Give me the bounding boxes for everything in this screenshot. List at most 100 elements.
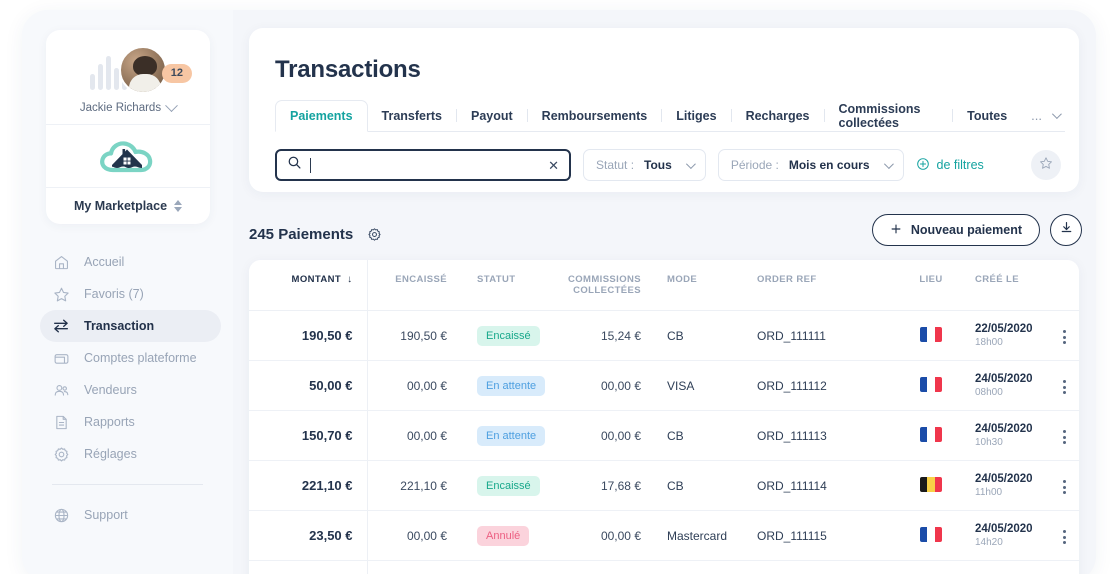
- cell-montant: 76,00 €: [249, 560, 368, 574]
- cell-commissions: 00,00 €: [559, 360, 651, 411]
- tab-overflow-button[interactable]: ...: [1021, 100, 1065, 131]
- column-header-mode[interactable]: MODE: [651, 260, 747, 311]
- status-badge: Annulé: [477, 525, 530, 546]
- status-filter-label: Statut :: [596, 158, 635, 172]
- tab-payout[interactable]: Payout: [457, 100, 527, 131]
- avatar[interactable]: [118, 46, 167, 94]
- kebab-menu-icon[interactable]: [1058, 475, 1071, 499]
- tab-label: Litiges: [676, 108, 717, 123]
- table-row[interactable]: 150,70 €00,00 € En attente 00,00 € CB ORD_11…: [249, 410, 1079, 461]
- transfer-icon: [52, 317, 70, 335]
- cell-lieu: [897, 510, 965, 561]
- table-row[interactable]: 221,10 €221,10 € Encaissé 17,68 € CB ORD_111…: [249, 460, 1079, 511]
- table-row[interactable]: 23,50 €00,00 € Annulé 00,00 € Mastercard ORD…: [249, 510, 1079, 561]
- column-header-encaisse[interactable]: ENCAISSÉ: [367, 260, 459, 311]
- tab-remboursements[interactable]: Remboursements: [528, 100, 662, 131]
- created-time: 18h00: [975, 337, 1003, 349]
- table-header-row: MONTANT ↓ ENCAISSÉ STATUT COMMISSIONS COLL…: [249, 260, 1079, 311]
- tab-label: Transferts: [381, 108, 442, 123]
- tab-toutes[interactable]: Toutes: [953, 100, 1021, 131]
- cell-montant: 221,10 €: [249, 460, 368, 511]
- sidebar-item-support[interactable]: Support: [40, 499, 221, 531]
- sidebar-item-accueil[interactable]: Accueil: [40, 246, 221, 278]
- sidebar-divider: [52, 484, 203, 485]
- tab-bar: Paiements Transferts Payout Remboursemen…: [275, 100, 1065, 132]
- created-time: 14h20: [975, 537, 1003, 549]
- cloud-house-logo-icon: [100, 141, 153, 173]
- cell-mode: VISA: [651, 360, 747, 411]
- cell-montant: 50,00 €: [249, 360, 368, 411]
- marketplace-switcher[interactable]: My Marketplace: [46, 188, 210, 224]
- cell-statut: Encaissé: [459, 310, 559, 361]
- sidebar-item-transaction[interactable]: Transaction: [40, 310, 221, 342]
- kebab-menu-icon[interactable]: [1058, 525, 1071, 549]
- tab-commissions-collectees[interactable]: Commissions collectées: [825, 100, 953, 131]
- globe-icon: [52, 506, 70, 524]
- column-header-montant[interactable]: MONTANT ↓: [249, 260, 368, 311]
- tab-paiements[interactable]: Paiements: [275, 100, 368, 132]
- sidebar-item-rapports[interactable]: Rapports: [40, 406, 221, 438]
- created-date: 24/05/2020: [975, 472, 1033, 485]
- search-input[interactable]: ✕: [275, 149, 571, 181]
- tab-transferts[interactable]: Transferts: [368, 100, 456, 131]
- column-header-order-ref[interactable]: ORDER REF: [747, 260, 897, 311]
- cell-montant: 23,50 €: [249, 510, 368, 561]
- sidebar-item-vendeurs[interactable]: Vendeurs: [40, 374, 221, 406]
- sidebar-item-comptes-plateforme[interactable]: Comptes plateforme: [40, 342, 221, 374]
- profile-summary[interactable]: 12 Jackie Richards: [46, 30, 210, 125]
- column-header-statut[interactable]: STATUT: [459, 260, 559, 311]
- column-header-lieu[interactable]: LIEU: [897, 260, 965, 311]
- column-header-cree-le[interactable]: CRÉÉ LE: [965, 260, 1049, 311]
- favorite-button[interactable]: [1031, 150, 1061, 180]
- chevron-up-down-icon: [174, 200, 183, 212]
- table-row[interactable]: 190,50 €190,50 € Encaissé 15,24 € CB ORD_111…: [249, 310, 1079, 361]
- created-time: 11h00: [975, 487, 1003, 499]
- arrow-down-icon: ↓: [347, 274, 353, 285]
- tab-label: Toutes: [967, 108, 1008, 123]
- cell-order-ref: ORD_111115: [747, 510, 897, 561]
- column-header-commissions[interactable]: COMMISSIONS COLLECTÉES: [559, 260, 651, 311]
- cell-order-ref: ORD_111112: [747, 360, 897, 411]
- created-time: 10h30: [975, 437, 1003, 449]
- new-payment-button[interactable]: Nouveau paiement: [871, 214, 1040, 246]
- table-settings-button[interactable]: [367, 227, 382, 242]
- cell-cree-le: 22/05/2020 18h00: [965, 310, 1049, 361]
- chevron-down-icon: [165, 98, 178, 112]
- period-filter-select[interactable]: Période : Mois en cours: [717, 149, 904, 181]
- app-canvas: 12 Jackie Richards My Marketplace Accuei…: [22, 10, 1096, 574]
- more-filters-label: de filtres: [936, 158, 984, 172]
- app-root: 12 Jackie Richards My Marketplace Accuei…: [0, 0, 1110, 574]
- more-filters-button[interactable]: de filtres: [916, 157, 984, 174]
- download-button[interactable]: [1050, 214, 1082, 246]
- table-row[interactable]: 76,00 €76,00 €Encaissé6,08 €CBORD_111116…: [249, 560, 1079, 574]
- cell-order-ref: ORD_111114: [747, 460, 897, 511]
- cell-montant: 150,70 €: [249, 410, 368, 461]
- status-badge: Encaissé: [477, 325, 540, 346]
- sidebar-item-favoris[interactable]: Favoris (7): [40, 278, 221, 310]
- flag-icon: [920, 426, 942, 442]
- wallet-icon: [52, 349, 70, 367]
- tab-litiges[interactable]: Litiges: [662, 100, 730, 131]
- cell-mode: CB: [651, 310, 747, 361]
- kebab-menu-icon[interactable]: [1058, 375, 1071, 399]
- sidebar-item-label: Support: [84, 508, 128, 522]
- kebab-menu-icon[interactable]: [1058, 425, 1071, 449]
- page-title: Transactions: [275, 56, 421, 83]
- marketplace-logo: [46, 125, 210, 188]
- created-date: 24/05/2020: [975, 372, 1033, 385]
- status-filter-select[interactable]: Statut : Tous: [583, 149, 706, 181]
- created-date: 24/05/2020: [975, 422, 1033, 435]
- cell-actions: [1049, 310, 1079, 361]
- cell-actions: [1049, 410, 1079, 461]
- tab-label: Paiements: [290, 109, 353, 123]
- document-icon: [52, 413, 70, 431]
- kebab-menu-icon[interactable]: [1058, 325, 1071, 349]
- clear-search-button[interactable]: ✕: [548, 159, 559, 172]
- cell-order-ref: ORD_111116: [747, 560, 897, 574]
- table-row[interactable]: 50,00 €00,00 € En attente 00,00 € VISA ORD_1…: [249, 360, 1079, 411]
- sidebar-item-reglages[interactable]: Réglages: [40, 438, 221, 470]
- tab-recharges[interactable]: Recharges: [732, 100, 824, 131]
- profile-name-row[interactable]: Jackie Richards: [56, 98, 200, 114]
- plus-circle-icon: [916, 157, 930, 174]
- cell-mode: CB: [651, 410, 747, 461]
